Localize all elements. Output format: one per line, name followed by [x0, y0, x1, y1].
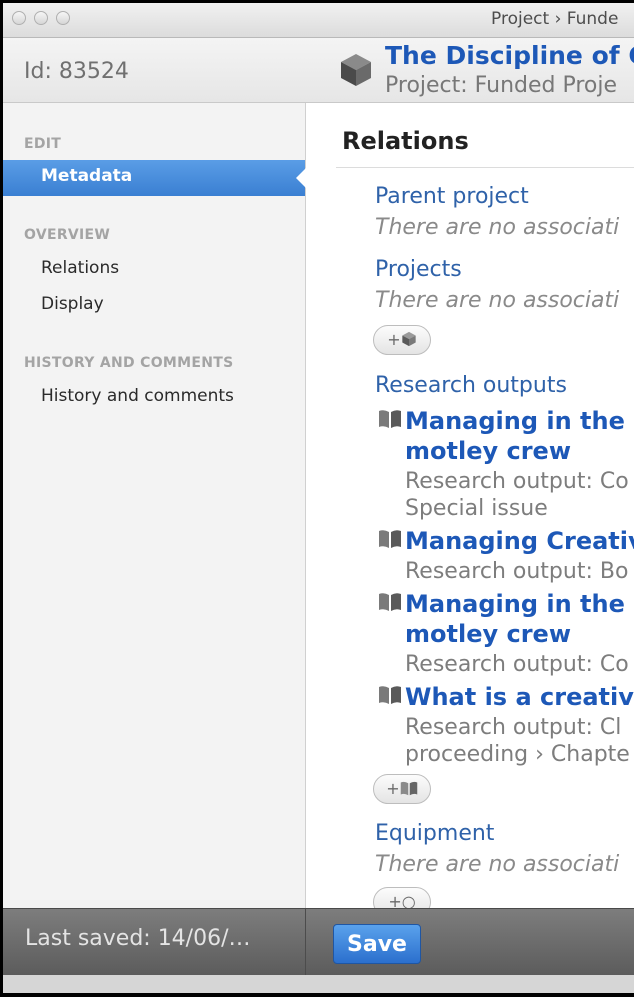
projects-label: Projects — [375, 257, 462, 282]
active-indicator — [296, 168, 306, 188]
window-bottom-edge — [3, 975, 634, 993]
cube-icon — [338, 52, 374, 92]
save-button[interactable]: Save — [333, 924, 421, 964]
add-research-output-button[interactable]: + — [373, 774, 431, 804]
app-window: Project › Funde Id: 83524 The Discipline… — [3, 3, 634, 993]
sidebar-section-overview: OVERVIEW — [24, 227, 111, 243]
research-output-title[interactable]: Managing Creativ — [405, 526, 634, 556]
minimize-window-button[interactable] — [34, 11, 48, 25]
sidebar-item-label: Metadata — [41, 166, 133, 186]
research-output-type: Research output: Co — [405, 652, 629, 677]
zoom-window-button[interactable] — [56, 11, 70, 25]
sidebar-item-relations[interactable]: Relations — [41, 258, 119, 278]
sidebar-item-metadata[interactable]: Metadata — [3, 160, 306, 196]
page-title: Relations — [342, 127, 469, 155]
sidebar-item-display[interactable]: Display — [41, 294, 104, 314]
research-output-type: Research output: Cl — [405, 715, 622, 740]
divider — [336, 167, 634, 168]
content-id: Id: 83524 — [24, 59, 129, 84]
book-icon — [378, 529, 402, 553]
plus-icon: + — [388, 892, 402, 909]
sidebar-section-history: HISTORY AND COMMENTS — [24, 355, 234, 371]
book-icon — [378, 409, 402, 433]
add-project-button[interactable]: + — [373, 325, 431, 355]
equipment-empty: There are no associati — [375, 852, 620, 877]
book-icon — [378, 592, 402, 616]
plus-icon: + — [386, 779, 400, 798]
title-bar: Project › Funde — [3, 3, 634, 38]
book-icon — [400, 781, 417, 796]
footer-bar: Last saved: 14/06/… Save — [3, 908, 634, 975]
sidebar: EDIT Metadata OVERVIEW Relations Display… — [3, 103, 306, 909]
parent-project-empty: There are no associati — [375, 215, 620, 240]
research-output-type: proceeding › Chapte — [405, 742, 630, 767]
research-output-title[interactable]: What is a creative — [405, 682, 634, 712]
window-title: Project › Funde — [491, 9, 619, 29]
content-title[interactable]: The Discipline of C — [385, 41, 634, 70]
main-panel: Relations Parent project There are no as… — [306, 103, 634, 909]
cube-icon — [402, 331, 416, 347]
sidebar-item-history-and-comments[interactable]: History and comments — [41, 386, 234, 406]
research-output-title[interactable]: motley crew — [405, 436, 571, 466]
parent-project-label: Parent project — [375, 184, 529, 209]
research-output-type: Research output: Bo — [405, 559, 629, 584]
footer-divider — [305, 909, 306, 975]
add-equipment-button[interactable]: +○ — [373, 887, 431, 909]
content-header: Id: 83524 The Discipline of C Project: F… — [3, 38, 634, 103]
research-outputs-label: Research outputs — [375, 373, 567, 398]
book-icon — [378, 685, 402, 709]
sidebar-section-edit: EDIT — [24, 136, 62, 152]
research-output-title[interactable]: Managing in the C — [405, 406, 634, 436]
research-output-title[interactable]: motley crew — [405, 619, 571, 649]
last-saved-status: Last saved: 14/06/… — [25, 926, 251, 951]
research-output-title[interactable]: Managing in the c — [405, 589, 634, 619]
close-window-button[interactable] — [12, 11, 26, 25]
content-subtitle: Project: Funded Proje — [385, 73, 618, 98]
plus-icon: + — [387, 330, 401, 349]
research-output-type: Research output: Co — [405, 469, 629, 494]
equipment-label: Equipment — [375, 821, 495, 846]
research-output-type: Special issue — [405, 496, 548, 521]
projects-empty: There are no associati — [375, 288, 620, 313]
equipment-icon: ○ — [401, 892, 416, 909]
